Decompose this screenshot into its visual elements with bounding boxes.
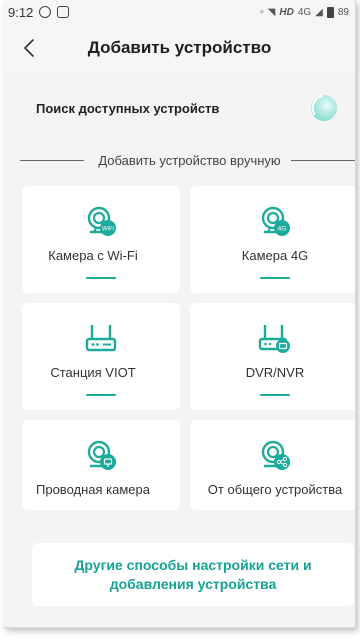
network-type: 4G — [297, 6, 312, 18]
app-header: Добавить устройство — [4, 24, 355, 72]
loading-spinner-icon — [311, 94, 337, 121]
device-label: Станция VIOT — [50, 365, 136, 380]
4g-camera-icon: 4G — [261, 206, 290, 236]
manual-add-label: Добавить устройство вручную — [98, 152, 281, 168]
device-card-shared-device[interactable]: От общего устройства — [190, 420, 355, 510]
device-card-dvr-nvr[interactable]: DVR/NVR — [190, 303, 355, 410]
battery-level: 89 — [337, 6, 349, 18]
hd-indicator: HD — [279, 6, 294, 18]
device-label: Камера с Wi-Fi — [48, 248, 138, 263]
station-router-icon — [85, 325, 117, 352]
shared-device-icon — [261, 440, 290, 470]
device-label: Проводная камера — [36, 482, 150, 497]
battery-icon — [326, 6, 334, 18]
manual-add-divider: Добавить устройство вручную — [4, 146, 355, 174]
status-time: 9:12 — [8, 4, 34, 20]
device-card-viot-station[interactable]: Станция VIOT — [22, 303, 180, 410]
other-setup-methods-label: Другие способы настройки сети и добавлен… — [74, 556, 312, 592]
4g-badge-text: 4G — [278, 226, 287, 233]
device-card-4g-camera[interactable]: 4G Камера 4G — [190, 186, 355, 293]
other-setup-methods-button[interactable]: Другие способы настройки сети и добавлен… — [32, 543, 354, 606]
device-type-grid: WiFi Камера с Wi-Fi 4G Камера 4G Станция… — [4, 186, 355, 510]
device-card-wifi-camera[interactable]: WiFi Камера с Wi-Fi — [22, 186, 180, 293]
notification-icon — [39, 6, 52, 18]
wifi-badge-text: WiFi — [102, 227, 114, 233]
back-arrow-icon[interactable] — [18, 36, 42, 60]
status-left: 9:12 — [8, 4, 70, 20]
status-right: ▫ ◥ HD 4G ◢ 89 — [260, 6, 349, 18]
vibrate-icon: ▫ — [260, 6, 264, 18]
device-label: DVR/NVR — [245, 365, 305, 380]
accent-underline — [86, 394, 116, 396]
search-devices-label: Поиск доступных устройств — [36, 100, 220, 116]
wifi-signal-icon: ◥ — [267, 6, 276, 18]
gallery-icon — [57, 6, 70, 18]
page-title: Добавить устройство — [87, 38, 272, 57]
device-card-wired-camera[interactable]: Проводная камера — [22, 420, 180, 510]
accent-underline — [260, 277, 290, 279]
accent-underline — [260, 394, 290, 396]
app-screen: 9:12 ▫ ◥ HD 4G ◢ 89 Добавить устройство … — [4, 0, 356, 628]
accent-underline — [86, 277, 116, 279]
dvr-nvr-icon — [258, 325, 290, 353]
divider-line-left — [20, 159, 85, 161]
device-label: От общего устройства — [207, 482, 343, 497]
wired-camera-icon — [87, 440, 116, 470]
search-devices-row[interactable]: Поиск доступных устройств — [4, 72, 355, 144]
divider-line-right — [290, 159, 355, 161]
status-bar: 9:12 ▫ ◥ HD 4G ◢ 89 — [4, 0, 355, 24]
cell-signal-icon: ◢ — [315, 6, 323, 18]
wifi-camera-icon: WiFi — [87, 206, 116, 236]
device-label: Камера 4G — [241, 248, 309, 263]
